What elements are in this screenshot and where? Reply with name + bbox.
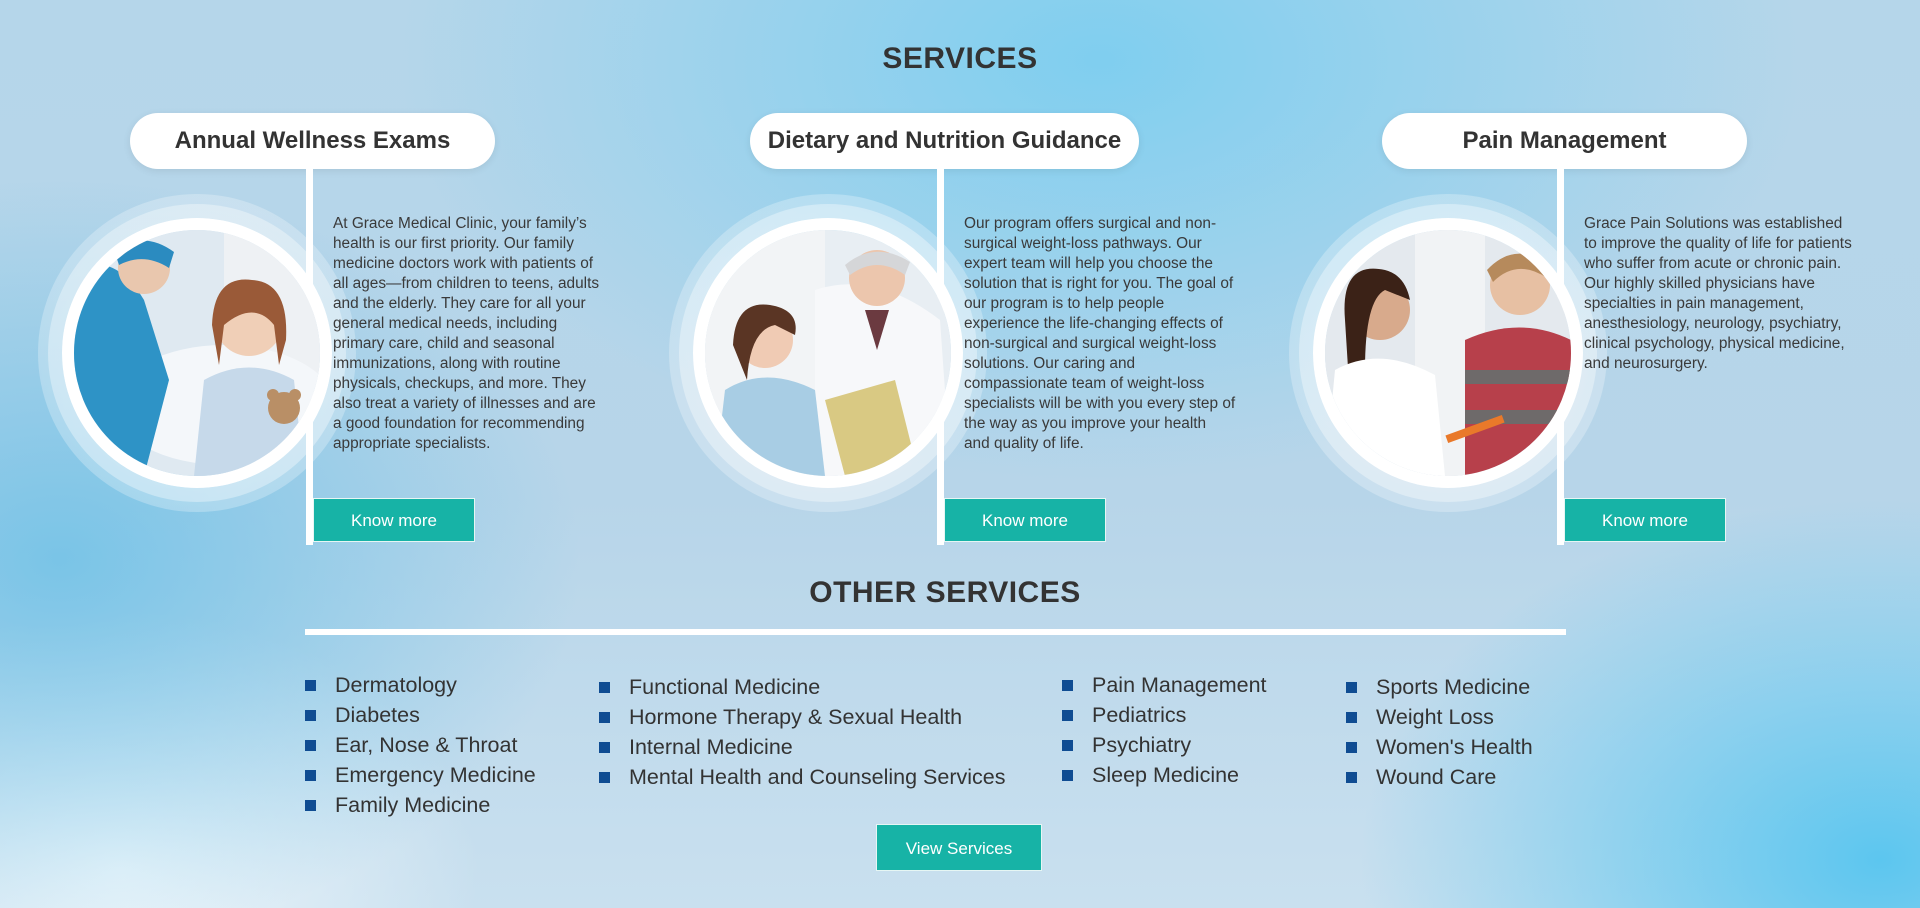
list-item[interactable]: Ear, Nose & Throat [305, 730, 536, 760]
bullet-square-icon [1062, 680, 1073, 691]
bullet-square-icon [1062, 710, 1073, 721]
service-card-description: At Grace Medical Clinic, your family’s h… [333, 215, 600, 452]
list-item-label: Psychiatry [1092, 733, 1192, 757]
bullet-square-icon [599, 772, 610, 783]
list-item[interactable]: Sleep Medicine [1062, 760, 1267, 790]
bullet-square-icon [305, 740, 316, 751]
service-card-description: Grace Pain Solutions was established to … [1584, 215, 1852, 372]
list-item-label: Sports Medicine [1376, 675, 1531, 699]
bullet-square-icon [1346, 712, 1357, 723]
services-title: SERVICES [882, 42, 1038, 75]
bullet-square-icon [305, 680, 316, 691]
list-item-label: Internal Medicine [629, 735, 793, 759]
service-card-description: Our program offers surgical and non-surg… [964, 215, 1236, 452]
know-more-button[interactable]: Know more [944, 498, 1106, 542]
service-card-annual-wellness: Annual Wellness Exams At Grace Medical C… [38, 113, 638, 545]
list-item[interactable]: Dermatology [305, 670, 536, 700]
bullet-square-icon [599, 682, 610, 693]
service-card-title: Dietary and Nutrition Guidance [750, 113, 1139, 169]
list-item[interactable]: Functional Medicine [599, 672, 1005, 702]
bullet-square-icon [1346, 742, 1357, 753]
service-photo-doctor-consult [1313, 218, 1583, 488]
services-list-column-4: Sports Medicine Weight Loss Women's Heal… [1346, 672, 1533, 792]
bullet-square-icon [1062, 770, 1073, 781]
list-item-label: Diabetes [335, 703, 420, 727]
list-item[interactable]: Sports Medicine [1346, 672, 1533, 702]
bullet-square-icon [305, 770, 316, 781]
services-list-column-1: Dermatology Diabetes Ear, Nose & Throat … [305, 670, 536, 820]
list-item-label: Weight Loss [1376, 705, 1494, 729]
list-item-label: Wound Care [1376, 765, 1497, 789]
view-services-button[interactable]: View Services [876, 824, 1042, 871]
bullet-square-icon [305, 710, 316, 721]
section-divider [305, 629, 1566, 635]
list-item[interactable]: Emergency Medicine [305, 760, 536, 790]
bullet-square-icon [599, 712, 610, 723]
list-item[interactable]: Women's Health [1346, 732, 1533, 762]
list-item[interactable]: Family Medicine [305, 790, 536, 820]
list-item[interactable]: Mental Health and Counseling Services [599, 762, 1005, 792]
list-item-label: Mental Health and Counseling Services [629, 765, 1006, 789]
list-item-label: Sleep Medicine [1092, 763, 1240, 787]
list-item-label: Women's Health [1376, 735, 1533, 759]
bullet-square-icon [1346, 772, 1357, 783]
bullet-square-icon [1346, 682, 1357, 693]
list-item-label: Dermatology [335, 673, 457, 697]
list-item-label: Pain Management [1092, 673, 1267, 697]
services-list-column-2: Functional Medicine Hormone Therapy & Se… [599, 672, 1005, 792]
list-item[interactable]: Internal Medicine [599, 732, 1005, 762]
list-item[interactable]: Hormone Therapy & Sexual Health [599, 702, 1005, 732]
list-item-label: Ear, Nose & Throat [335, 733, 518, 757]
know-more-button[interactable]: Know more [313, 498, 475, 542]
list-item-label: Pediatrics [1092, 703, 1187, 727]
service-card-title: Pain Management [1382, 113, 1747, 169]
list-item[interactable]: Diabetes [305, 700, 536, 730]
service-card-pain-management: Pain Management Grace Pain Solutions was… [1289, 113, 1889, 545]
service-photo-nurse-child [62, 218, 332, 488]
list-item-label: Functional Medicine [629, 675, 821, 699]
service-card-dietary-nutrition: Dietary and Nutrition Guidance Our progr… [669, 113, 1269, 545]
bullet-square-icon [1062, 740, 1073, 751]
list-item-label: Hormone Therapy & Sexual Health [629, 705, 963, 729]
list-item[interactable]: Psychiatry [1062, 730, 1267, 760]
list-item-label: Family Medicine [335, 793, 491, 817]
list-item[interactable]: Wound Care [1346, 762, 1533, 792]
bullet-square-icon [599, 742, 610, 753]
list-item[interactable]: Pain Management [1062, 670, 1267, 700]
list-item-label: Emergency Medicine [335, 763, 536, 787]
service-photo-doctor-patient [693, 218, 963, 488]
services-list-column-3: Pain Management Pediatrics Psychiatry Sl… [1062, 670, 1267, 790]
list-item[interactable]: Weight Loss [1346, 702, 1533, 732]
other-services-title: OTHER SERVICES [809, 576, 1081, 609]
list-item[interactable]: Pediatrics [1062, 700, 1267, 730]
know-more-button[interactable]: Know more [1564, 498, 1726, 542]
service-card-title: Annual Wellness Exams [130, 113, 495, 169]
bullet-square-icon [305, 800, 316, 811]
